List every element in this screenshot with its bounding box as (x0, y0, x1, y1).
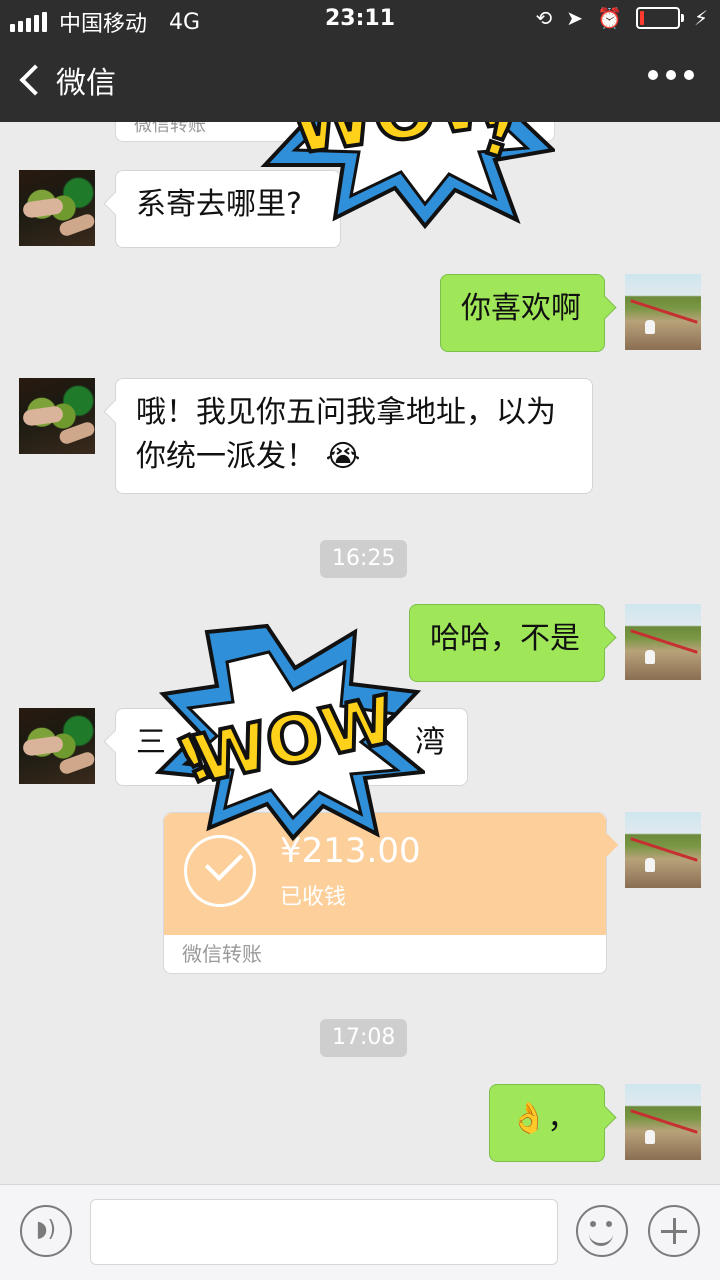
message-text: ， (547, 1101, 578, 1136)
friend-avatar[interactable] (19, 708, 95, 784)
my-avatar[interactable] (625, 1084, 701, 1160)
timestamp: 16:25 (320, 540, 408, 578)
wow-sticker[interactable]: WOW ! (155, 622, 425, 842)
more-dot-icon (684, 70, 694, 80)
more-dot-icon (648, 70, 658, 80)
alarm-icon: ⏰ (597, 6, 622, 30)
back-button[interactable]: 微信 (16, 58, 116, 102)
friend-avatar[interactable] (19, 378, 95, 454)
emoji-button[interactable] (576, 1205, 628, 1257)
message-text: 哈哈，不是 (430, 621, 580, 656)
face-palm-emoji-icon: 😭 (325, 439, 361, 474)
my-avatar[interactable] (625, 604, 701, 680)
battery-icon (635, 7, 684, 29)
location-icon: ➤ (566, 6, 584, 30)
friend-avatar[interactable] (19, 170, 95, 246)
status-bar: 中国移动 4G 23:11 ⟲ ➤ ⏰ ⚡ (0, 0, 720, 40)
rotation-lock-icon: ⟲ (535, 6, 553, 30)
input-bar: ◗) (0, 1184, 720, 1280)
signal-icon (10, 12, 47, 32)
voice-button[interactable]: ◗) (20, 1205, 72, 1257)
charging-icon: ⚡ (693, 6, 708, 30)
message-input[interactable] (90, 1199, 558, 1265)
nav-bar: 微信 (0, 40, 720, 122)
carrier-info: 中国移动 4G (10, 6, 200, 38)
checkmark-circle-icon (184, 835, 256, 907)
more-button[interactable] (648, 70, 694, 80)
message-bubble-out[interactable]: 👌， (489, 1084, 605, 1162)
my-avatar[interactable] (625, 274, 701, 350)
more-dot-icon (666, 70, 676, 80)
message-text: 你喜欢啊 (461, 291, 581, 326)
carrier-name: 中国移动 (59, 12, 148, 37)
message-bubble-out[interactable]: 你喜欢啊 (440, 274, 605, 352)
my-avatar[interactable] (625, 812, 701, 888)
transfer-status: 已收钱 (280, 885, 347, 910)
voice-icon: ◗) (35, 1217, 57, 1242)
timestamp: 17:08 (320, 1019, 408, 1057)
message-bubble-out[interactable]: 哈哈，不是 (409, 604, 605, 682)
ok-hand-emoji-icon: 👌 (510, 1101, 548, 1136)
transfer-label: 微信转账 (182, 942, 262, 966)
more-actions-button[interactable] (648, 1205, 700, 1257)
message-bubble-in[interactable]: 哦！我见你五问我拿地址，以为你统一派发！ 😭 (115, 378, 593, 494)
chevron-left-icon (19, 64, 51, 96)
network-type: 4G (169, 9, 201, 35)
back-label: 微信 (56, 66, 116, 101)
